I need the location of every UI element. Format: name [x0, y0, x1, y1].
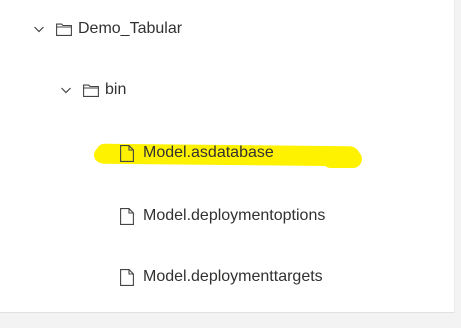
- tree-item-demo-tabular[interactable]: Demo_Tabular: [0, 14, 454, 44]
- folder-icon: [83, 84, 99, 97]
- tree-item-label: Model.deploymentoptions: [143, 207, 326, 224]
- chevron-down-icon[interactable]: [33, 23, 45, 35]
- file-icon: [120, 207, 134, 225]
- tree-item-label: bin: [105, 81, 127, 98]
- folder-icon: [56, 23, 72, 36]
- file-icon: [120, 144, 134, 162]
- tree-item-bin[interactable]: bin: [0, 75, 454, 105]
- file-explorer-tree: Demo_Tabular bin Model.asdatabase Model.…: [0, 0, 455, 313]
- tree-item-label: Model.asdatabase: [143, 144, 274, 161]
- chevron-down-icon[interactable]: [60, 84, 72, 96]
- tree-item-model-asdatabase[interactable]: Model.asdatabase: [0, 138, 454, 168]
- file-icon: [120, 268, 134, 286]
- tree-item-label: Model.deploymenttargets: [143, 268, 323, 285]
- tree-item-model-deploymentoptions[interactable]: Model.deploymentoptions: [0, 201, 454, 231]
- tree-item-label: Demo_Tabular: [78, 20, 183, 37]
- tree-item-model-deploymenttargets[interactable]: Model.deploymenttargets: [0, 262, 454, 292]
